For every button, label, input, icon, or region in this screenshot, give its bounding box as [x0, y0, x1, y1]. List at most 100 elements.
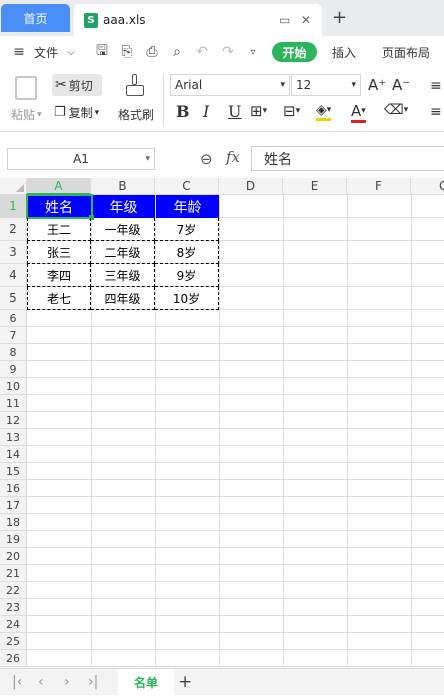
window-restore-icon[interactable]: ▭ — [279, 13, 290, 27]
row-header-21[interactable]: 21 — [0, 565, 27, 582]
spreadsheet-grid: A B C D E F G 1 2 3 4 5 6 7 8 9 10 11 12… — [0, 178, 444, 668]
row-header-5[interactable]: 5 — [0, 287, 27, 310]
paste-button[interactable]: 粘贴 ▾ — [11, 106, 42, 123]
row-header-23[interactable]: 23 — [0, 599, 27, 616]
menu-start[interactable]: 开始 — [272, 42, 317, 62]
font-color-icon[interactable]: A ▾ — [351, 102, 366, 123]
redo-icon[interactable]: ↷ — [219, 43, 237, 61]
copy-button[interactable]: ❐ 复制 ▾ — [54, 104, 99, 121]
close-icon[interactable]: ✕ — [301, 13, 311, 27]
cell-c5[interactable]: 10岁 — [155, 287, 219, 310]
prev-sheet-icon[interactable]: ‹ — [38, 674, 44, 690]
fx-icon[interactable]: fx — [226, 148, 240, 166]
column-header-d[interactable]: D — [219, 178, 283, 195]
row-header-16[interactable]: 16 — [0, 480, 27, 497]
column-header-e[interactable]: E — [283, 178, 347, 195]
italic-button[interactable]: I — [203, 102, 209, 121]
row-header-17[interactable]: 17 — [0, 497, 27, 514]
align-left-icon[interactable]: ≡ — [430, 104, 442, 120]
menu-insert[interactable]: 插入 — [332, 44, 356, 61]
cell-c1[interactable]: 年龄 — [156, 195, 219, 218]
cut-button[interactable]: ✂ 剪切 — [52, 74, 102, 96]
font-size-select[interactable]: 12 ▾ — [291, 74, 361, 96]
export-icon[interactable]: ⎘ — [118, 43, 136, 61]
more-dropdown-icon[interactable]: ▿ — [244, 43, 262, 61]
font-name-select[interactable]: Arial ▾ — [170, 74, 290, 96]
row-header-10[interactable]: 10 — [0, 378, 27, 395]
column-header-f[interactable]: F — [347, 178, 411, 195]
row-header-11[interactable]: 11 — [0, 395, 27, 412]
row-header-14[interactable]: 14 — [0, 446, 27, 463]
row-header-8[interactable]: 8 — [0, 344, 27, 361]
menu-bar: ≡ 文件 ⌵ 🖫 ⎘ ⎙ ⌕ ↶ ↷ ▿ 插入 页面布局 — [0, 36, 444, 68]
cell-c3[interactable]: 8岁 — [155, 241, 219, 264]
bold-button[interactable]: B — [176, 102, 190, 121]
border-icon[interactable]: ⊞ ▾ — [250, 102, 267, 120]
increase-font-icon[interactable]: A⁺ — [368, 76, 386, 94]
row-header-26[interactable]: 26 — [0, 650, 27, 667]
row-header-7[interactable]: 7 — [0, 327, 27, 344]
tab-home[interactable]: 首页 — [1, 4, 70, 32]
format-painter-icon[interactable] — [126, 74, 144, 98]
clear-eraser-icon[interactable]: ⌫ ▾ — [384, 102, 408, 118]
cell-b3[interactable]: 二年级 — [91, 241, 155, 264]
cell-b2[interactable]: 一年级 — [91, 218, 155, 241]
name-box[interactable]: A1 ▾ — [7, 148, 155, 170]
menu-file[interactable]: 文件 — [34, 44, 58, 61]
fill-color-icon[interactable]: ◈ ▾ — [316, 102, 332, 121]
column-header-b[interactable]: B — [91, 178, 155, 195]
decrease-font-icon[interactable]: A⁻ — [392, 76, 410, 94]
next-sheet-icon[interactable]: › — [64, 674, 70, 690]
column-header-a[interactable]: A — [27, 178, 91, 195]
cell-b5[interactable]: 四年级 — [91, 287, 155, 310]
formula-input[interactable]: 姓名 — [251, 146, 444, 171]
row-header-1[interactable]: 1 — [0, 195, 27, 218]
cell-c4[interactable]: 9岁 — [155, 264, 219, 287]
column-header-c[interactable]: C — [155, 178, 219, 195]
new-tab-icon[interactable]: + — [332, 7, 347, 28]
column-header-g[interactable]: G — [411, 178, 444, 195]
print-icon[interactable]: ⎙ — [143, 43, 161, 61]
ribbon: 粘贴 ▾ ✂ 剪切 ❐ 复制 ▾ 格式刷 Arial ▾ 12 ▾ A⁺ A⁻ ≡… — [0, 68, 444, 132]
cell-c2[interactable]: 7岁 — [155, 218, 219, 241]
print-preview-icon[interactable]: ⌕ — [168, 43, 186, 61]
row-header-25[interactable]: 25 — [0, 633, 27, 650]
underline-button[interactable]: U — [228, 102, 241, 121]
row-header-4[interactable]: 4 — [0, 264, 27, 287]
add-sheet-icon[interactable]: + — [178, 672, 192, 692]
select-all-corner[interactable] — [0, 178, 27, 195]
row-header-15[interactable]: 15 — [0, 463, 27, 480]
cell-a5[interactable]: 老七 — [27, 287, 91, 310]
row-header-13[interactable]: 13 — [0, 429, 27, 446]
save-icon[interactable]: 🖫 — [93, 43, 111, 61]
undo-icon[interactable]: ↶ — [193, 43, 211, 61]
row-header-3[interactable]: 3 — [0, 241, 27, 264]
cell-style-icon[interactable]: ⊟ ▾ — [283, 102, 300, 120]
format-painter-button[interactable]: 格式刷 — [118, 106, 154, 123]
row-header-22[interactable]: 22 — [0, 582, 27, 599]
row-header-2[interactable]: 2 — [0, 218, 27, 241]
cell-a4[interactable]: 李四 — [27, 264, 91, 287]
cell-a3[interactable]: 张三 — [27, 241, 91, 264]
cell-a2[interactable]: 王二 — [27, 218, 91, 241]
row-header-24[interactable]: 24 — [0, 616, 27, 633]
row-header-9[interactable]: 9 — [0, 361, 27, 378]
last-sheet-icon[interactable]: ›| — [88, 674, 98, 690]
row-header-6[interactable]: 6 — [0, 310, 27, 327]
first-sheet-icon[interactable]: |‹ — [12, 674, 22, 690]
paste-icon[interactable] — [15, 76, 37, 100]
cell-b4[interactable]: 三年级 — [91, 264, 155, 287]
zoom-search-icon[interactable]: ⊖ — [200, 150, 213, 168]
row-header-19[interactable]: 19 — [0, 531, 27, 548]
cell-b1[interactable]: 年级 — [92, 195, 155, 218]
tab-document[interactable]: S aaa.xls ▭ ✕ — [74, 4, 322, 36]
row-header-18[interactable]: 18 — [0, 514, 27, 531]
hamburger-menu-icon[interactable]: ≡ — [10, 43, 28, 61]
sheet-tab-bar: |‹ ‹ › ›| 名单 + — [0, 668, 444, 696]
row-header-20[interactable]: 20 — [0, 548, 27, 565]
row-header-12[interactable]: 12 — [0, 412, 27, 429]
menu-page-layout[interactable]: 页面布局 — [382, 44, 430, 61]
align-icon[interactable]: ≡ — [430, 78, 442, 94]
sheet-tab-active[interactable]: 名单 — [118, 669, 174, 696]
chevron-down-icon[interactable]: ⌵ — [62, 43, 80, 61]
